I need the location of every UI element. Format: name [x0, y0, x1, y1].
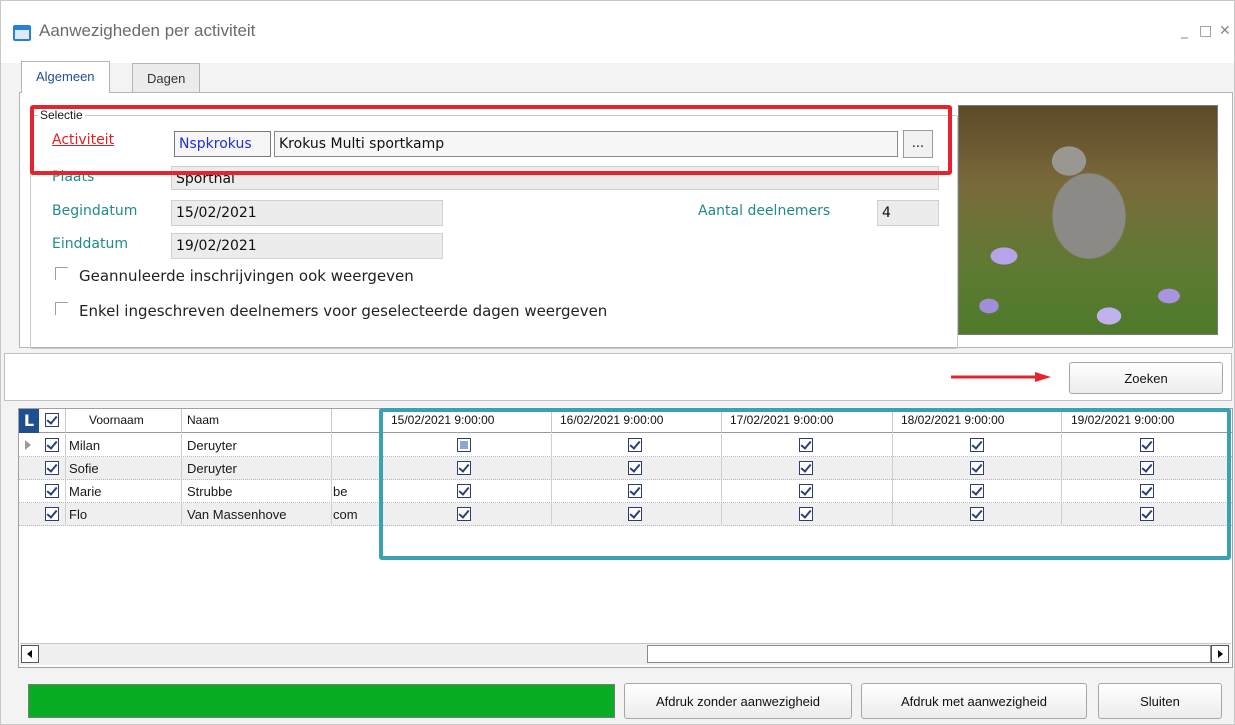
participants-field: 4 — [877, 200, 939, 226]
cell-naam: Van Massenhove — [187, 507, 287, 522]
tab-dagen[interactable]: Dagen — [132, 63, 201, 93]
search-button[interactable]: Zoeken — [1069, 362, 1223, 394]
registered-only-option-label[interactable]: Enkel ingeschreven deelnemers voor gesel… — [79, 302, 607, 320]
row-select-checkbox[interactable] — [45, 461, 59, 475]
cell-voornaam: Marie — [69, 484, 102, 499]
title-bar: Aanwezigheden per activiteit _ □ ✕ — [1, 1, 1234, 63]
select-all-checkbox[interactable] — [45, 413, 59, 427]
current-row-indicator-icon — [25, 440, 31, 450]
window-icon — [13, 25, 31, 41]
cell-naam: Deruyter — [187, 461, 237, 476]
annotation-teal-box — [379, 408, 1231, 560]
start-date-label: Begindatum — [52, 203, 138, 219]
annotation-arrow-icon — [951, 372, 1051, 382]
print-without-attendance-button[interactable]: Afdruk zonder aanwezigheid — [624, 683, 852, 719]
squirrel-photo — [958, 105, 1218, 335]
cell-voornaam: Flo — [69, 507, 88, 522]
cell-naam: Deruyter — [187, 438, 237, 453]
column-header-naam[interactable]: Naam — [187, 413, 219, 427]
cell-voornaam: Milan — [69, 438, 101, 453]
close-button[interactable]: Sluiten — [1098, 683, 1222, 719]
progress-bar-fill — [29, 685, 614, 717]
annotation-red-box — [30, 105, 952, 175]
maximize-button[interactable]: □ — [1199, 23, 1212, 39]
horizontal-scrollbar[interactable] — [20, 643, 1231, 665]
cancelled-option-label[interactable]: Geannuleerde inschrijvingen ook weergeve… — [79, 267, 414, 285]
end-date-label: Einddatum — [52, 236, 128, 252]
cell-extra: be — [333, 484, 348, 499]
main-window: Aanwezigheden per activiteit _ □ ✕ Algem… — [0, 0, 1235, 725]
grid-layout-badge[interactable]: L — [19, 409, 39, 433]
end-date-field: 19/02/2021 — [171, 233, 443, 259]
scrollbar-thumb[interactable] — [647, 645, 1211, 663]
row-select-checkbox[interactable] — [45, 438, 59, 452]
cell-naam: Strubbe — [187, 484, 233, 499]
cell-extra: com — [333, 507, 358, 522]
registered-only-checkbox[interactable] — [55, 302, 68, 315]
window-title: Aanwezigheden per activiteit — [39, 21, 256, 40]
row-select-checkbox[interactable] — [45, 507, 59, 521]
cell-voornaam: Sofie — [69, 461, 99, 476]
row-select-checkbox[interactable] — [45, 484, 59, 498]
tab-algemeen[interactable]: Algemeen — [21, 61, 110, 93]
cancelled-checkbox[interactable] — [55, 267, 68, 280]
progress-bar — [28, 684, 615, 718]
minimize-button[interactable]: _ — [1181, 23, 1188, 39]
column-divider — [65, 434, 66, 526]
participants-label: Aantal deelnemers — [698, 203, 831, 219]
close-window-button[interactable]: ✕ — [1219, 23, 1231, 39]
column-divider — [181, 434, 182, 526]
scroll-right-button[interactable] — [1211, 645, 1229, 663]
scroll-left-button[interactable] — [21, 645, 39, 663]
column-header-voornaam[interactable]: Voornaam — [89, 413, 144, 427]
start-date-field: 15/02/2021 — [171, 200, 443, 226]
print-with-attendance-button[interactable]: Afdruk met aanwezigheid — [861, 683, 1087, 719]
column-divider — [331, 434, 332, 526]
